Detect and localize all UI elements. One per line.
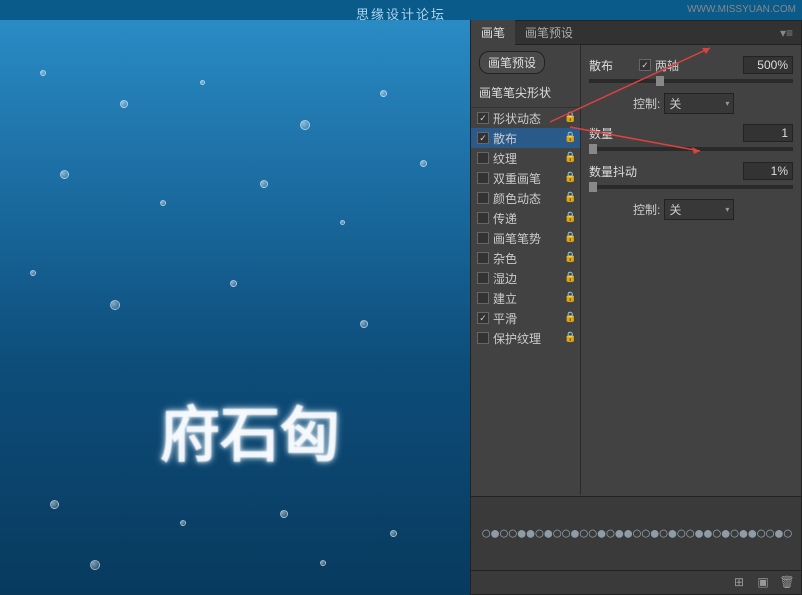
option-checkbox[interactable]: [477, 152, 489, 164]
option-label: 平滑: [493, 310, 564, 327]
count-jitter-input[interactable]: 1%: [743, 162, 793, 180]
lock-icon[interactable]: 🔒: [564, 212, 576, 224]
scatter-slider[interactable]: [589, 79, 793, 83]
lock-icon[interactable]: 🔒: [564, 112, 576, 124]
count-label: 数量: [589, 125, 639, 142]
brush-settings-column: 散布 两轴 500% 控制: 关 ▾ 数量 1: [581, 45, 801, 495]
lock-icon[interactable]: 🔒: [564, 152, 576, 164]
brush-tip-shape-label[interactable]: 画笔笔尖形状: [471, 80, 580, 108]
option-checkbox[interactable]: [477, 252, 489, 264]
scatter-label: 散布: [589, 57, 639, 74]
option-row-10[interactable]: 平滑🔒: [471, 308, 580, 328]
canvas-area[interactable]: 府石匈: [0, 20, 470, 595]
both-axes-checkbox[interactable]: [639, 59, 651, 71]
brush-options-column: 画笔预设 画笔笔尖形状 形状动态🔒散布🔒纹理🔒双重画笔🔒颜色动态🔒传递🔒画笔笔势…: [471, 45, 581, 495]
option-row-2[interactable]: 纹理🔒: [471, 148, 580, 168]
option-checkbox[interactable]: [477, 232, 489, 244]
option-label: 建立: [493, 290, 564, 307]
option-row-7[interactable]: 杂色🔒: [471, 248, 580, 268]
option-checkbox[interactable]: [477, 292, 489, 304]
tab-brush[interactable]: 画笔: [471, 20, 515, 45]
option-checkbox[interactable]: [477, 272, 489, 284]
lock-icon[interactable]: 🔒: [564, 332, 576, 344]
option-label: 颜色动态: [493, 190, 564, 207]
brush-panel: 画笔 画笔预设 ▾≡ 画笔预设 画笔笔尖形状 形状动态🔒散布🔒纹理🔒双重画笔🔒颜…: [470, 20, 802, 595]
option-row-6[interactable]: 画笔笔势🔒: [471, 228, 580, 248]
option-checkbox[interactable]: [477, 172, 489, 184]
lock-icon[interactable]: 🔒: [564, 292, 576, 304]
control2-label: 控制:: [633, 201, 660, 218]
lock-icon[interactable]: 🔒: [564, 252, 576, 264]
scatter-value-input[interactable]: 500%: [743, 56, 793, 74]
lock-icon[interactable]: 🔒: [564, 172, 576, 184]
trash-icon[interactable]: 🗑: [779, 575, 795, 591]
panel-menu-icon[interactable]: ▾≡: [772, 26, 801, 40]
tab-brush-presets[interactable]: 画笔预设: [515, 20, 583, 45]
option-row-8[interactable]: 湿边🔒: [471, 268, 580, 288]
option-label: 杂色: [493, 250, 564, 267]
option-row-5[interactable]: 传递🔒: [471, 208, 580, 228]
option-label: 散布: [493, 130, 564, 147]
bubble-scatter: [0, 20, 470, 595]
option-label: 画笔笔势: [493, 230, 564, 247]
control2-dropdown[interactable]: 关 ▾: [664, 199, 734, 220]
count-jitter-label: 数量抖动: [589, 163, 649, 180]
lock-icon[interactable]: 🔒: [564, 232, 576, 244]
count-jitter-slider[interactable]: [589, 185, 793, 189]
option-checkbox[interactable]: [477, 112, 489, 124]
lock-icon[interactable]: 🔒: [564, 312, 576, 324]
chevron-down-icon: ▾: [725, 99, 729, 108]
option-checkbox[interactable]: [477, 332, 489, 344]
option-row-0[interactable]: 形状动态🔒: [471, 108, 580, 128]
preview-stroke: ○●○○●●○●○○●○○●○●●○○●○●○○●●○●○●●○○●○: [481, 523, 792, 544]
brush-preview: ○●○○●●○●○○●○○●○●●○○●○●○○●●○●○●●○○●○: [471, 496, 801, 570]
toggle-preview-icon[interactable]: ⊞: [731, 575, 747, 591]
count-value-input[interactable]: 1: [743, 124, 793, 142]
option-label: 保护纹理: [493, 330, 564, 347]
lock-icon[interactable]: 🔒: [564, 272, 576, 284]
watermark-url: WWW.MISSYUAN.COM: [687, 4, 796, 15]
option-checkbox[interactable]: [477, 192, 489, 204]
artwork-text: 府石匈: [60, 360, 440, 500]
panel-tabs: 画笔 画笔预设 ▾≡: [471, 21, 801, 45]
option-row-4[interactable]: 颜色动态🔒: [471, 188, 580, 208]
option-label: 形状动态: [493, 110, 564, 127]
count-slider[interactable]: [589, 147, 793, 151]
option-label: 双重画笔: [493, 170, 564, 187]
option-label: 传递: [493, 210, 564, 227]
new-preset-icon[interactable]: ▣: [755, 575, 771, 591]
option-label: 湿边: [493, 270, 564, 287]
chevron-down-icon: ▾: [725, 205, 729, 214]
both-axes-label: 两轴: [655, 57, 679, 74]
option-checkbox[interactable]: [477, 132, 489, 144]
option-row-1[interactable]: 散布🔒: [471, 128, 580, 148]
lock-icon[interactable]: 🔒: [564, 132, 576, 144]
option-checkbox[interactable]: [477, 212, 489, 224]
control-dropdown[interactable]: 关 ▾: [664, 93, 734, 114]
control-label: 控制:: [633, 95, 660, 112]
lock-icon[interactable]: 🔒: [564, 192, 576, 204]
option-row-3[interactable]: 双重画笔🔒: [471, 168, 580, 188]
option-row-11[interactable]: 保护纹理🔒: [471, 328, 580, 348]
brush-preset-button[interactable]: 画笔预设: [479, 51, 545, 74]
option-label: 纹理: [493, 150, 564, 167]
option-checkbox[interactable]: [477, 312, 489, 324]
option-row-9[interactable]: 建立🔒: [471, 288, 580, 308]
panel-footer: ⊞ ▣ 🗑: [471, 570, 801, 594]
